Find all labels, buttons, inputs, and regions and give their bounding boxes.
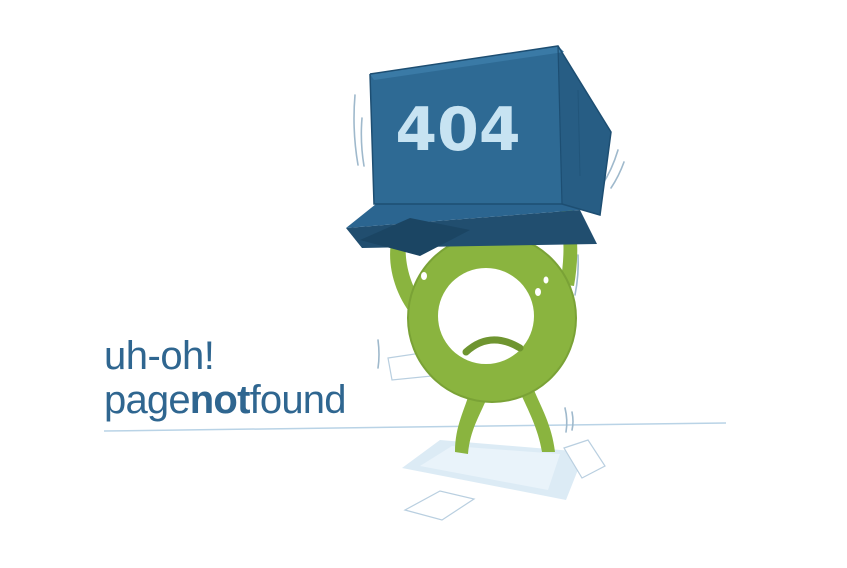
subline-prefix: page <box>104 378 191 422</box>
subline: pagenotfound <box>104 378 347 422</box>
error-message: uh-oh! pagenotfound <box>104 334 347 422</box>
error-illustration: 404 <box>103 45 727 521</box>
floor-line <box>103 422 727 432</box>
headline: uh-oh! <box>104 334 215 378</box>
monster-body <box>407 233 577 403</box>
error-code: 404 <box>395 95 520 165</box>
paper-icon <box>403 490 476 521</box>
subline-emphasis: not <box>189 378 251 422</box>
subline-suffix: found <box>249 378 347 422</box>
